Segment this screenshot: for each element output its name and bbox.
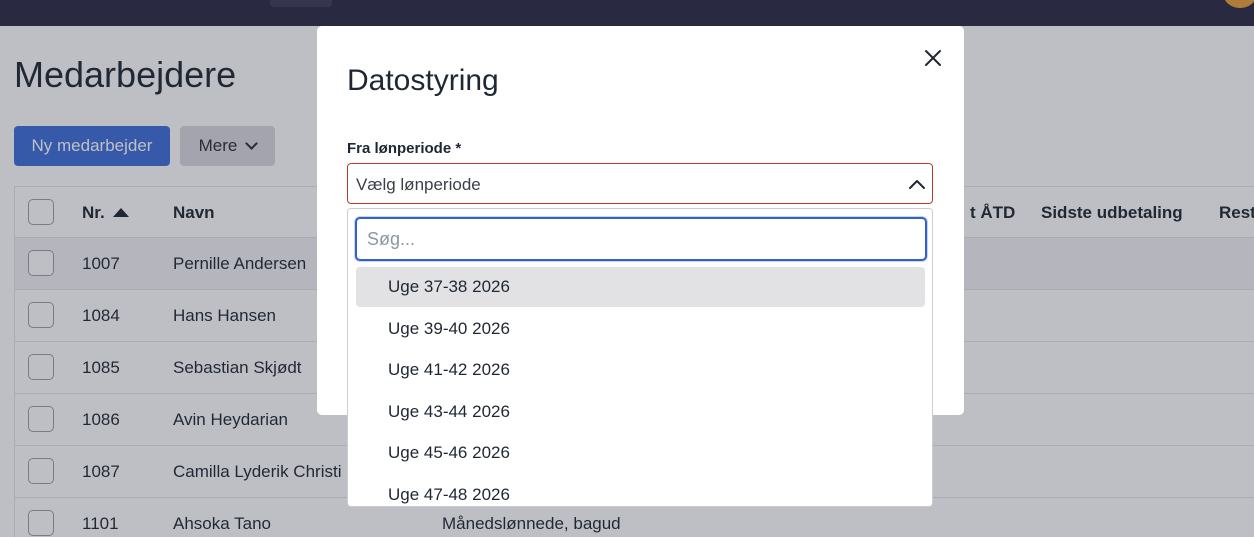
pay-period-select-value: Vælg lønperiode (356, 175, 481, 194)
close-icon[interactable] (921, 46, 945, 70)
dialog-title: Datostyring (347, 64, 499, 97)
pay-period-select[interactable]: Vælg lønperiode (347, 163, 933, 204)
pay-period-label: Fra lønperiode * (347, 140, 462, 157)
dropdown-option[interactable]: Uge 43-44 2026 (356, 392, 925, 432)
dropdown-option[interactable]: Uge 47-48 2026 (356, 475, 925, 506)
dropdown-option[interactable]: Uge 41-42 2026 (356, 350, 925, 390)
dropdown-option[interactable]: Uge 37-38 2026 (356, 267, 925, 307)
chevron-up-icon (909, 180, 925, 189)
dropdown-option[interactable]: Uge 45-46 2026 (356, 433, 925, 473)
pay-period-dropdown[interactable]: Uge 37-38 2026 Uge 39-40 2026 Uge 41-42 … (347, 208, 933, 507)
dropdown-option[interactable]: Uge 39-40 2026 (356, 309, 925, 349)
search-input[interactable] (355, 217, 927, 261)
